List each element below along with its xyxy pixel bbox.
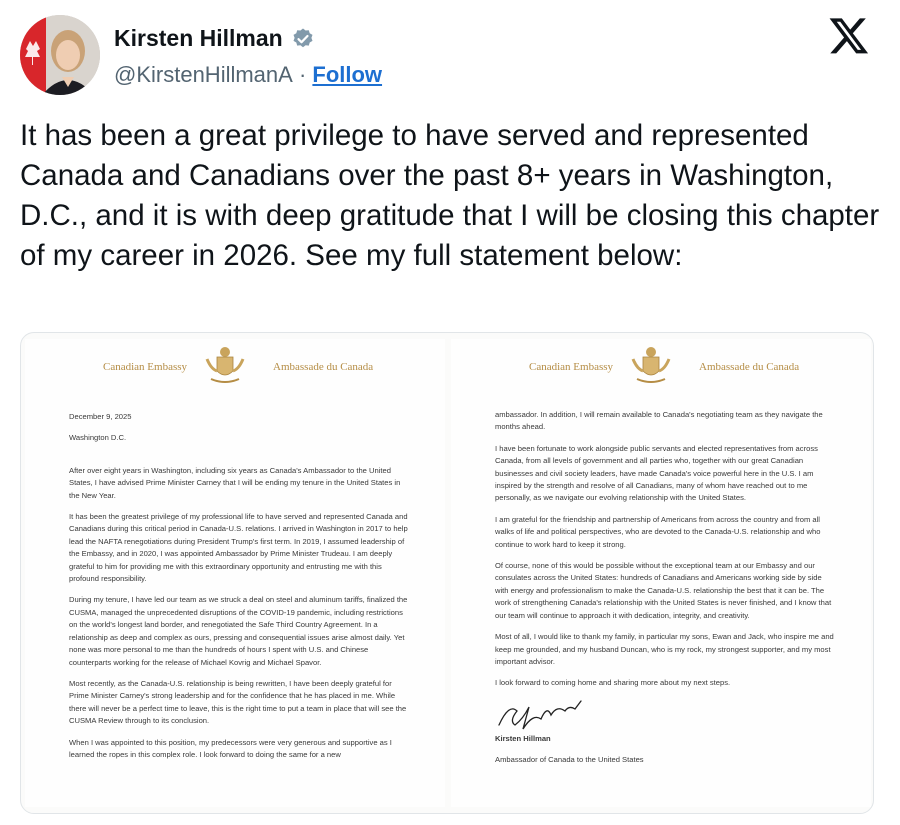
letter-paragraph: Most recently, as the Canada-U.S. relati… bbox=[69, 678, 407, 726]
letter-paragraph: Of course, none of this would be possibl… bbox=[495, 561, 832, 620]
letter-paragraph: Most of all, I would like to thank my fa… bbox=[495, 632, 834, 666]
signatory-name: Kirsten Hillman bbox=[495, 733, 551, 743]
follow-button[interactable]: Follow bbox=[312, 62, 382, 88]
letterhead: Canadian Embassy Ambassade du Canada bbox=[25, 345, 445, 389]
letterhead-left: Canadian Embassy bbox=[103, 361, 188, 373]
letter-body-1: December 9, 2025 Washington D.C. After o… bbox=[69, 411, 409, 770]
letter-paragraph: After over eight years in Washington, in… bbox=[69, 465, 401, 500]
tweet-header: Kirsten Hillman @KirstenHillmanA · Follo… bbox=[0, 0, 900, 100]
signatory-title: Ambassador of Canada to the United State… bbox=[495, 755, 644, 765]
letterhead-left: Canadian Embassy bbox=[529, 361, 614, 373]
letterhead-right: Ambassade du Canada bbox=[273, 361, 374, 373]
letter-paragraph: It has been the greatest privilege of my… bbox=[69, 512, 408, 584]
x-logo-icon[interactable] bbox=[828, 14, 870, 56]
handle-separator: · bbox=[292, 62, 313, 87]
letterhead-right: Ambassade du Canada bbox=[699, 361, 800, 373]
tweet-text: It has been a great privilege to have se… bbox=[20, 119, 880, 272]
letter-page-1: Canadian Embassy Ambassade du Canada Dec… bbox=[25, 339, 445, 807]
author-name-row: Kirsten Hillman bbox=[114, 25, 315, 52]
verified-badge-icon bbox=[293, 28, 313, 47]
author-handle[interactable]: @KirstenHillmanA bbox=[114, 62, 293, 88]
letter-date: December 9, 2025 bbox=[69, 412, 132, 421]
letter-paragraph: I look forward to coming home and sharin… bbox=[495, 678, 731, 688]
letter-paragraph: I have been fortunate to work alongside … bbox=[495, 443, 818, 503]
letterhead: Canadian Embassy Ambassade du Canada bbox=[451, 345, 871, 389]
author-avatar[interactable] bbox=[20, 15, 100, 95]
letter-place: Washington D.C. bbox=[69, 433, 127, 443]
coat-of-arms-icon bbox=[631, 347, 671, 383]
letter-paragraph: ambassador. In addition, I will remain a… bbox=[495, 410, 823, 432]
letter-paragraph: During my tenure, I have led our team as… bbox=[69, 595, 408, 667]
letter-body-2: ambassador. In addition, I will remain a… bbox=[495, 409, 835, 776]
avatar-image bbox=[20, 15, 100, 95]
coat-of-arms-icon bbox=[205, 347, 245, 383]
tweet-media-image[interactable]: Canadian Embassy Ambassade du Canada Dec… bbox=[20, 332, 874, 814]
handwritten-signature bbox=[498, 700, 582, 730]
author-name[interactable]: Kirsten Hillman bbox=[114, 25, 283, 52]
author-handle-row: @KirstenHillmanA · Follow bbox=[114, 62, 382, 88]
letter-paragraph: When I was appointed to this position, m… bbox=[69, 737, 392, 759]
letter-page-2: Canadian Embassy Ambassade du Canada amb… bbox=[451, 339, 871, 807]
letter-paragraph: I am grateful for the friendship and par… bbox=[495, 514, 821, 549]
